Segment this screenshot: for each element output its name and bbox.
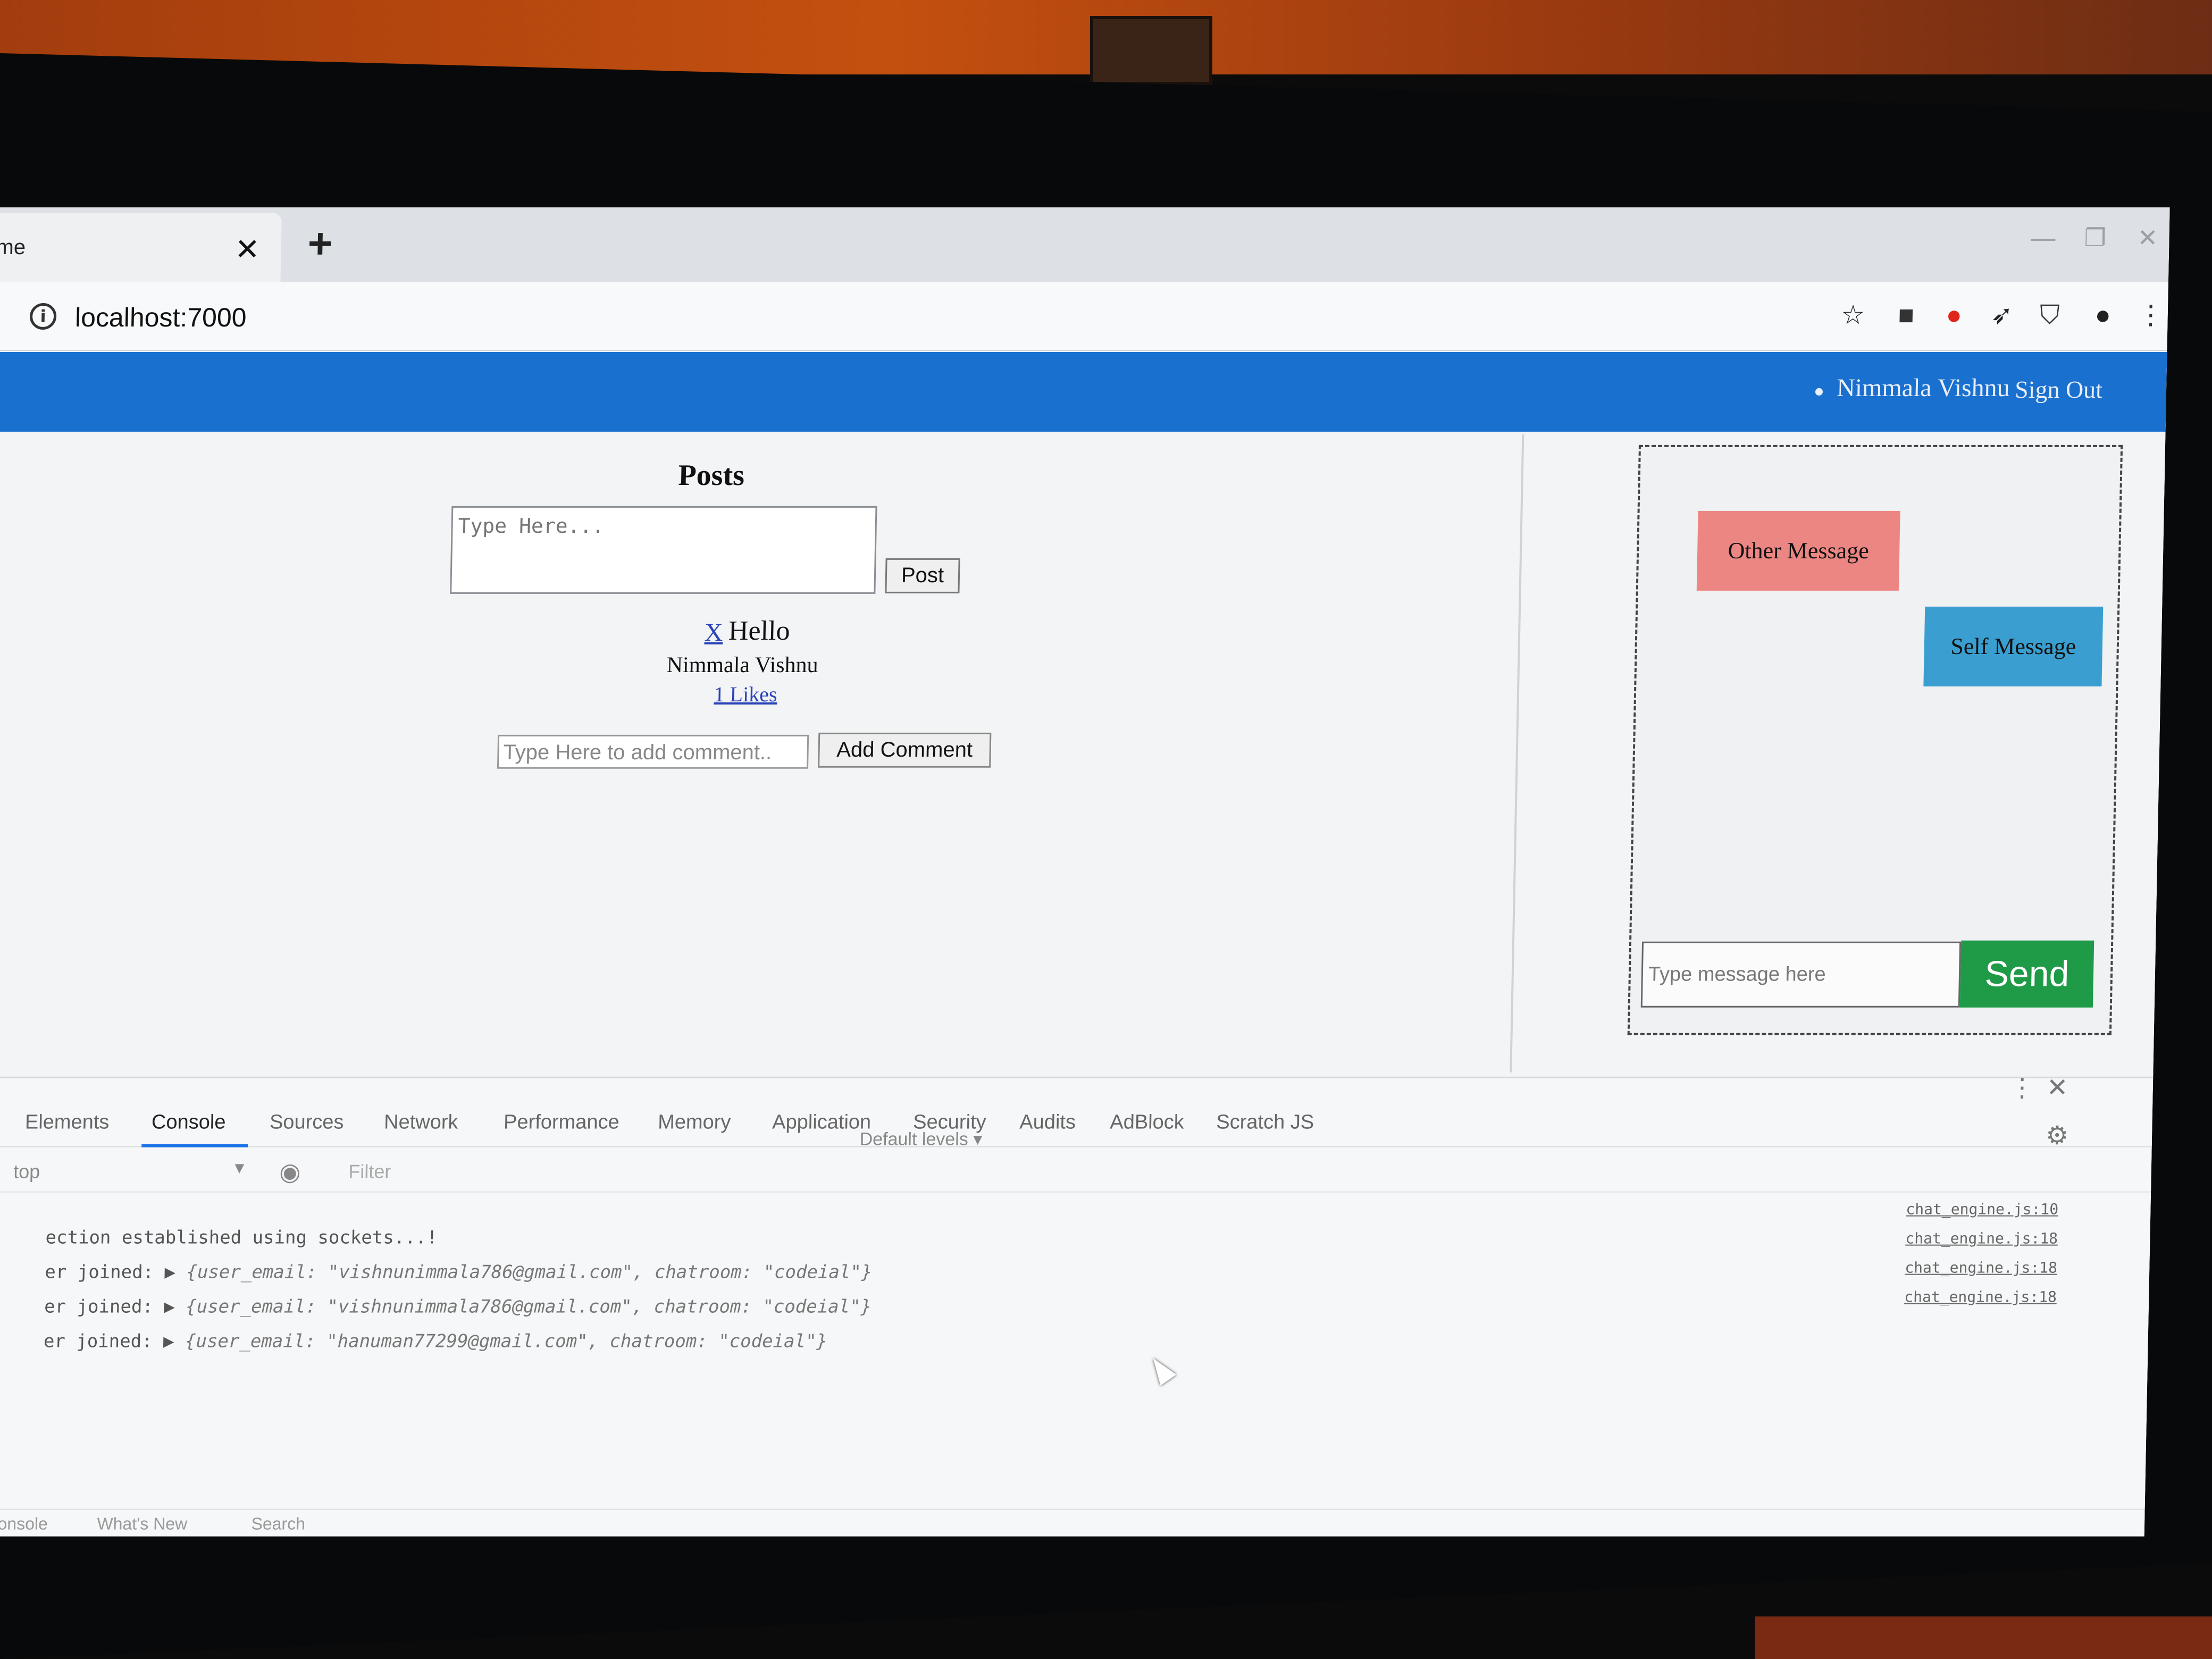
wall-picture-frame [1090, 16, 1212, 85]
log-text: er joined: ▶ [43, 1330, 174, 1352]
likes-link[interactable]: 1 Likes [714, 682, 777, 707]
tab-adblock[interactable]: AdBlock [1110, 1111, 1184, 1134]
nav-user-name[interactable]: Nimmala Vishnu [1837, 373, 2010, 403]
send-button[interactable]: Send [1960, 941, 2094, 1008]
log-source-link[interactable]: chat_engine.js:18 [1905, 1259, 2057, 1277]
console-log-line: er joined: ▶ {user_email: "hanuman77299@… [0, 1310, 828, 1373]
eye-icon[interactable]: ◉ [279, 1158, 301, 1186]
tab-performance[interactable]: Performance [504, 1111, 619, 1134]
context-selector[interactable]: top [13, 1161, 40, 1183]
minimize-icon[interactable]: — [2031, 223, 2056, 252]
devtools-panel: ⋮ ✕ Elements Console Sources Network Per… [0, 1077, 2153, 1537]
post-content: Hello [728, 615, 791, 646]
post-author: Nimmala Vishnu [666, 652, 819, 677]
chat-message-input[interactable]: Type message here [1641, 942, 1961, 1008]
tab-strip: me ✕ + — ❐ ✕ [0, 207, 2170, 282]
other-message: Other Message [1697, 511, 1900, 591]
address-bar: i localhost:7000 ☆ ■ ● ➶ ⛉ ● ⋮ [0, 282, 2168, 351]
post-content-input[interactable] [450, 506, 877, 594]
settings-gear-icon[interactable]: ⚙ [2046, 1121, 2069, 1151]
new-tab-icon[interactable]: + [307, 219, 333, 268]
console-filter-input[interactable]: Filter [348, 1161, 391, 1183]
pocket-icon[interactable]: ⛉ [2034, 300, 2065, 330]
console-toolbar: top ▼ ◉ Filter Default levels ▾ [0, 1150, 2152, 1193]
active-tab-indicator [141, 1144, 248, 1147]
delete-post-link[interactable]: X [704, 618, 723, 647]
rocket-icon[interactable]: ➶ [1987, 300, 2017, 330]
navbar: Nimmala Vishnu Sign Out [0, 352, 2167, 432]
restore-icon[interactable]: ❐ [2084, 223, 2106, 252]
site-info-icon[interactable]: i [30, 303, 57, 330]
tab-elements[interactable]: Elements [25, 1111, 110, 1134]
window-close-icon[interactable]: ✕ [2137, 223, 2158, 252]
profile-avatar[interactable]: ● [2088, 300, 2118, 330]
chat-box: Other Message Self Message Type message … [1628, 445, 2123, 1035]
star-icon[interactable]: ☆ [1838, 300, 1868, 330]
tab-scratch-js[interactable]: Scratch JS [1216, 1111, 1314, 1134]
log-source-link[interactable]: chat_engine.js:18 [1904, 1288, 2057, 1306]
tab-memory[interactable]: Memory [658, 1111, 731, 1134]
sign-out-link[interactable]: Sign Out [2015, 375, 2103, 404]
drawer-tab-console[interactable]: Console [0, 1514, 48, 1534]
tab-title: me [0, 235, 26, 259]
tab-console[interactable]: Console [152, 1111, 226, 1134]
devtools-drawer: Console What's New Search [0, 1509, 2145, 1537]
chevron-down-icon[interactable]: ▼ [231, 1160, 247, 1178]
log-object[interactable]: {user_email: "hanuman77299@gmail.com", c… [185, 1331, 828, 1352]
browser-window: me ✕ + — ❐ ✕ i localhost:7000 ☆ ■ ● ➶ ⛉ … [0, 207, 2170, 1537]
url-field[interactable]: localhost:7000 [74, 302, 247, 333]
column-divider [1510, 434, 1524, 1073]
square-extension-icon[interactable]: ■ [1891, 300, 1921, 330]
devtools-more-icon[interactable]: ⋮ [2009, 1073, 2035, 1103]
log-source-link[interactable]: chat_engine.js:10 [1906, 1201, 2058, 1218]
posts-heading: Posts [677, 458, 745, 492]
drawer-tab-search[interactable]: Search [251, 1514, 305, 1534]
web-page: Nimmala Vishnu Sign Out Posts Post X Hel… [0, 352, 2167, 1075]
drawer-tab-whats-new[interactable]: What's New [97, 1514, 187, 1534]
devtools-close-icon[interactable]: ✕ [2046, 1073, 2068, 1103]
tab-sources[interactable]: Sources [270, 1111, 344, 1134]
opera-icon[interactable]: ● [1939, 300, 1969, 330]
menu-icon[interactable]: ⋮ [2135, 300, 2166, 330]
browser-tab[interactable]: me ✕ [0, 213, 282, 282]
nav-bullet [1815, 388, 1823, 396]
devtools-tab-bar: Elements Console Sources Network Perform… [0, 1100, 2153, 1147]
comment-input[interactable]: Type Here to add comment.. [497, 735, 809, 769]
log-source-link[interactable]: chat_engine.js:18 [1905, 1230, 2058, 1247]
add-comment-button[interactable]: Add Comment [818, 733, 991, 768]
log-levels-dropdown[interactable]: Default levels ▾ [859, 1129, 982, 1150]
post-button[interactable]: Post [885, 558, 960, 593]
tab-network[interactable]: Network [384, 1111, 458, 1134]
desk-edge [1755, 1616, 2212, 1659]
tab-audits[interactable]: Audits [1019, 1111, 1076, 1134]
tab-application[interactable]: Application [772, 1111, 872, 1134]
tab-close-icon[interactable]: ✕ [234, 232, 260, 267]
self-message: Self Message [1923, 607, 2103, 686]
